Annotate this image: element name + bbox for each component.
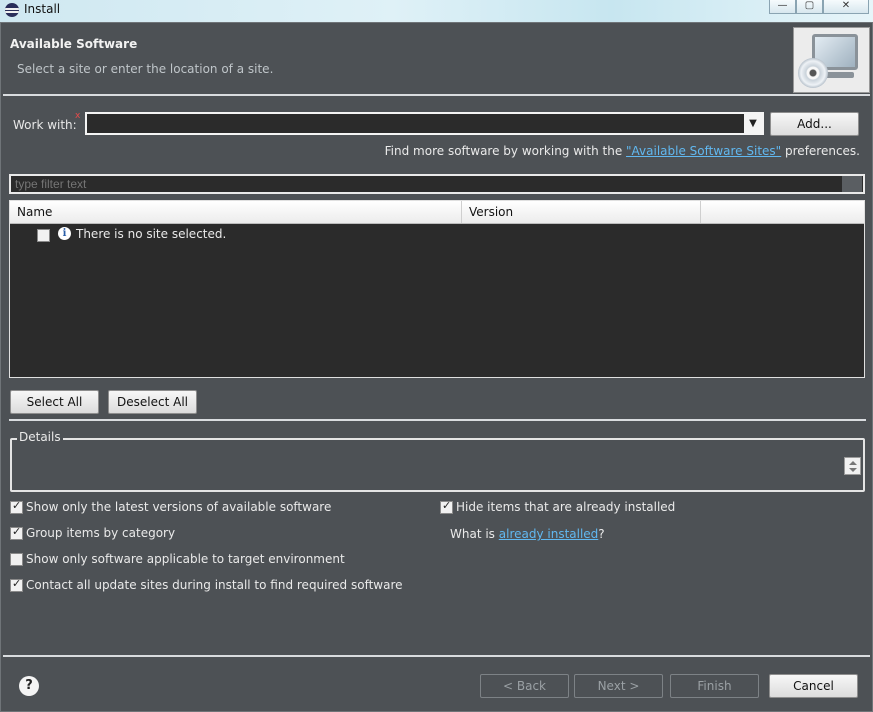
group-by-category-checkbox[interactable]: [10, 525, 23, 540]
hide-installed-checkbox[interactable]: [440, 499, 453, 514]
footer-separator: [3, 655, 870, 657]
clear-filter-icon[interactable]: [842, 176, 862, 192]
already-installed-text: What is already installed?: [450, 527, 605, 541]
info-icon: i: [58, 227, 71, 240]
select-all-button[interactable]: Select All: [10, 390, 99, 414]
install-window: Install — ▢ ✕ Available Software Select …: [0, 0, 873, 712]
already-installed-suffix: ?: [598, 527, 605, 541]
column-name[interactable]: Name: [10, 201, 462, 223]
cancel-button[interactable]: Cancel: [769, 674, 858, 698]
available-software-sites-link[interactable]: "Available Software Sites": [626, 144, 781, 158]
cd-icon: [798, 58, 828, 88]
chevron-down-icon[interactable]: ▼: [744, 114, 762, 133]
group-by-category-label: Group items by category: [26, 526, 176, 540]
contact-update-sites-checkbox[interactable]: [10, 577, 23, 592]
find-more-suffix: preferences.: [781, 144, 860, 158]
dialog-client: Available Software Select a site or ente…: [0, 22, 873, 712]
row-label: There is no site selected.: [76, 227, 227, 241]
banner-separator: [3, 94, 870, 96]
latest-versions-label: Show only the latest versions of availab…: [26, 500, 332, 514]
monitor-stand: [824, 72, 854, 78]
details-label: Details: [17, 430, 63, 444]
work-with-input[interactable]: [87, 114, 742, 133]
tree-header: Name Version: [10, 201, 864, 224]
target-environment-checkbox[interactable]: [10, 553, 23, 566]
window-controls: — ▢ ✕: [769, 0, 869, 14]
work-with-label: Work with:: [13, 118, 77, 132]
add-button[interactable]: Add...: [770, 112, 859, 136]
column-extra[interactable]: [701, 201, 864, 223]
banner-title: Available Software: [10, 37, 138, 51]
already-installed-prefix: What is: [450, 527, 499, 541]
details-separator: [9, 419, 866, 421]
help-icon[interactable]: ?: [19, 676, 39, 696]
column-version[interactable]: Version: [462, 201, 701, 223]
software-tree[interactable]: Name Version i There is no site selected…: [9, 200, 865, 378]
maximize-button[interactable]: ▢: [796, 0, 823, 14]
work-with-combo[interactable]: ▼: [85, 112, 764, 135]
banner: Available Software Select a site or ente…: [3, 25, 870, 94]
minimize-button[interactable]: —: [769, 0, 796, 14]
latest-versions-checkbox[interactable]: [10, 499, 23, 514]
finish-button[interactable]: Finish: [670, 674, 759, 698]
deselect-all-button[interactable]: Deselect All: [108, 390, 197, 414]
target-environment-label: Show only software applicable to target …: [26, 552, 345, 566]
back-button[interactable]: < Back: [480, 674, 569, 698]
find-more-prefix: Find more software by working with the: [384, 144, 627, 158]
details-scrollbar[interactable]: [844, 457, 861, 475]
filter-input[interactable]: [9, 174, 865, 194]
install-wizard-icon: [793, 27, 870, 93]
window-title: Install: [24, 2, 61, 16]
next-button[interactable]: Next >: [574, 674, 663, 698]
contact-update-sites-label: Contact all update sites during install …: [26, 578, 403, 592]
hide-installed-label: Hide items that are already installed: [456, 500, 676, 514]
close-button[interactable]: ✕: [823, 0, 869, 14]
title-bar: Install — ▢ ✕: [0, 0, 873, 22]
row-checkbox[interactable]: [37, 229, 50, 242]
already-installed-link[interactable]: already installed: [499, 527, 599, 541]
tree-row[interactable]: i There is no site selected.: [10, 226, 864, 244]
banner-subtitle: Select a site or enter the location of a…: [17, 62, 274, 76]
required-field-icon: x: [75, 111, 81, 121]
details-group: Details: [10, 430, 865, 492]
eclipse-icon: [5, 3, 19, 17]
find-more-text: Find more software by working with the "…: [385, 144, 860, 158]
